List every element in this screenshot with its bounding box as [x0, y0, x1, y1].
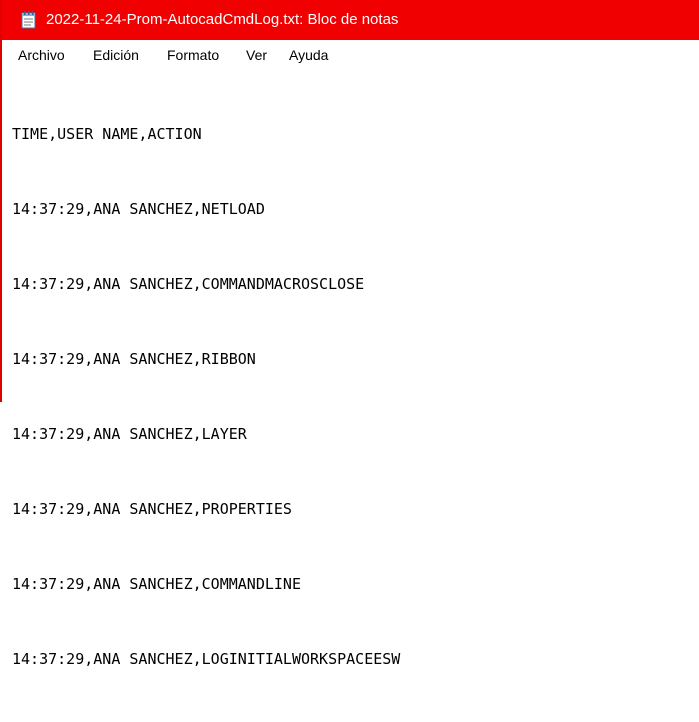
- menu-formato[interactable]: Formato: [167, 46, 219, 64]
- notepad-icon: [21, 11, 36, 29]
- menu-ver[interactable]: Ver: [246, 46, 267, 64]
- document-line: 14:37:29,ANA SANCHEZ,LOGINITIALWORKSPACE…: [12, 650, 401, 668]
- document-line: 14:37:29,ANA SANCHEZ,COMMANDLINE: [12, 575, 301, 593]
- document-line: 14:37:29,ANA SANCHEZ,COMMANDMACROSCLOSE: [12, 275, 365, 293]
- document-line: 14:37:29,ANA SANCHEZ,PROPERTIES: [12, 500, 292, 518]
- document-line: 14:37:29,ANA SANCHEZ,LAYER: [12, 425, 247, 443]
- title-bar[interactable]: 2022-11-24-Prom-AutocadCmdLog.txt: Bloc …: [2, 0, 699, 40]
- menu-ayuda[interactable]: Ayuda: [289, 46, 328, 64]
- document-line: TIME,USER NAME,ACTION: [12, 125, 202, 143]
- document-text: TIME,USER NAME,ACTION 14:37:29,ANA SANCH…: [12, 72, 400, 722]
- text-editor[interactable]: TIME,USER NAME,ACTION 14:37:29,ANA SANCH…: [2, 68, 699, 668]
- notepad-window: 2022-11-24-Prom-AutocadCmdLog.txt: Bloc …: [0, 0, 699, 668]
- window-title: 2022-11-24-Prom-AutocadCmdLog.txt: Bloc …: [46, 11, 399, 28]
- document-line: 14:37:29,ANA SANCHEZ,RIBBON: [12, 350, 256, 368]
- document-line: 14:37:29,ANA SANCHEZ,NETLOAD: [12, 200, 265, 218]
- menu-archivo[interactable]: Archivo: [18, 46, 65, 64]
- menu-bar: Archivo Edición Formato Ver Ayuda: [2, 40, 699, 68]
- menu-edicion[interactable]: Edición: [93, 46, 139, 64]
